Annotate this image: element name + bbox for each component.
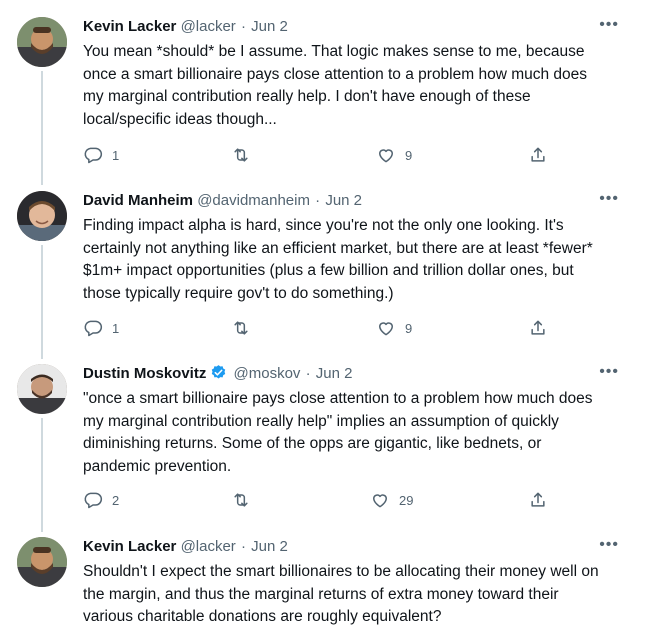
tweet-header: Kevin Lacker @lacker · Jun 2 — [83, 17, 643, 37]
retweet-button[interactable] — [231, 490, 260, 510]
reply-icon — [84, 320, 103, 337]
like-icon — [373, 494, 387, 508]
reply-icon — [84, 492, 103, 509]
author-handle[interactable]: @davidmanheim — [197, 192, 310, 209]
tweet-text: Finding impact alpha is hard, since you'… — [83, 217, 593, 302]
tweet-content: Dustin Moskovitz @moskov · Jun 2 ••• "on… — [83, 364, 643, 478]
tweet-text: Shouldn't I expect the smart billionaire… — [83, 563, 599, 626]
retweet-icon — [234, 321, 248, 335]
tweet-date[interactable]: Jun 2 — [251, 18, 288, 35]
reply-count: 1 — [112, 320, 120, 336]
avatar[interactable] — [17, 17, 67, 67]
tweet-actions: 1 9 — [83, 318, 563, 340]
retweet-icon — [234, 493, 248, 507]
like-button[interactable]: 29 — [370, 490, 413, 510]
like-count: 29 — [399, 492, 414, 508]
author-handle[interactable]: @lacker — [181, 18, 236, 35]
share-button[interactable] — [528, 490, 548, 510]
author-handle[interactable]: @lacker — [181, 538, 236, 555]
separator: · — [240, 538, 246, 555]
like-button[interactable]: 9 — [376, 318, 412, 338]
more-icon[interactable]: ••• — [599, 191, 619, 207]
author-name[interactable]: Kevin Lacker — [83, 18, 176, 35]
tweet-content: David Manheim @davidmanheim · Jun 2 ••• … — [83, 191, 643, 305]
like-count: 9 — [405, 147, 413, 163]
tweet-content: Kevin Lacker @lacker · Jun 2 ••• You mea… — [83, 17, 643, 131]
separator: · — [240, 18, 246, 35]
thread-line — [41, 71, 43, 185]
reply-count: 1 — [112, 147, 120, 163]
tweet-text: "once a smart billionaire pays close att… — [83, 390, 593, 475]
avatar[interactable] — [17, 537, 67, 587]
tweet[interactable]: Kevin Lacker @lacker · Jun 2 ••• You mea… — [0, 17, 667, 187]
reply-icon — [84, 147, 103, 164]
avatar[interactable] — [17, 191, 67, 241]
tweet-date[interactable]: Jun 2 — [251, 538, 288, 555]
share-icon — [531, 320, 545, 335]
like-icon — [379, 322, 393, 336]
author-handle[interactable]: @moskov — [234, 365, 301, 382]
tweet-thread: Kevin Lacker @lacker · Jun 2 ••• You mea… — [0, 0, 667, 636]
author-name[interactable]: Kevin Lacker — [83, 538, 176, 555]
reply-button[interactable]: 1 — [83, 318, 119, 338]
verified-badge-icon — [212, 365, 226, 379]
share-icon — [531, 147, 545, 162]
separator: · — [315, 192, 321, 209]
reply-count: 2 — [112, 492, 120, 508]
tweet-date[interactable]: Jun 2 — [325, 192, 362, 209]
tweet-actions: 1 9 — [83, 145, 563, 167]
share-icon — [531, 492, 545, 507]
avatar[interactable] — [17, 364, 67, 414]
author-name[interactable]: Dustin Moskovitz — [83, 365, 206, 382]
tweet[interactable]: Dustin Moskovitz @moskov · Jun 2 ••• "on… — [0, 364, 667, 534]
reply-button[interactable]: 2 — [83, 490, 119, 510]
retweet-button[interactable] — [231, 318, 260, 338]
like-count: 9 — [405, 320, 413, 336]
tweet[interactable]: Kevin Lacker @lacker · Jun 2 ••• Shouldn… — [0, 537, 667, 636]
like-icon — [379, 149, 393, 163]
share-button[interactable] — [528, 318, 548, 338]
retweet-icon — [234, 148, 248, 162]
like-button[interactable]: 9 — [376, 145, 412, 165]
tweet-header: Dustin Moskovitz @moskov · Jun 2 — [83, 364, 643, 384]
separator: · — [305, 365, 311, 382]
tweet-actions: 2 29 — [83, 490, 563, 512]
thread-line — [41, 418, 43, 532]
author-name[interactable]: David Manheim — [83, 192, 193, 209]
reply-button[interactable]: 1 — [83, 145, 119, 165]
share-button[interactable] — [528, 145, 548, 165]
tweet-text: You mean *should* be I assume. That logi… — [83, 43, 588, 128]
tweet-date[interactable]: Jun 2 — [316, 365, 353, 382]
retweet-button[interactable] — [231, 145, 260, 165]
tweet-header: David Manheim @davidmanheim · Jun 2 — [83, 191, 643, 211]
tweet-header: Kevin Lacker @lacker · Jun 2 — [83, 537, 643, 557]
tweet[interactable]: David Manheim @davidmanheim · Jun 2 ••• … — [0, 191, 667, 361]
more-icon[interactable]: ••• — [599, 537, 619, 553]
more-icon[interactable]: ••• — [599, 17, 619, 33]
thread-line — [41, 245, 43, 359]
tweet-content: Kevin Lacker @lacker · Jun 2 ••• Shouldn… — [83, 537, 643, 629]
more-icon[interactable]: ••• — [599, 364, 619, 380]
